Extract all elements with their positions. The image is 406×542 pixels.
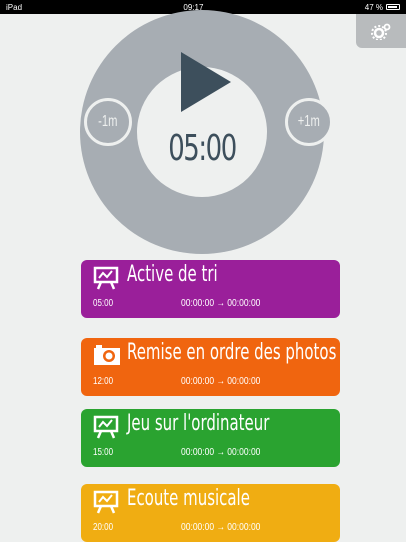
easel-icon [93,490,119,514]
plus-minute-button[interactable]: +1m [285,98,333,146]
task-duration: 12:00 [93,376,114,387]
task-title: Active de tri [127,262,218,287]
task-item[interactable]: Remise en ordre des photos 12:00 00:00:0… [81,338,340,396]
task-item[interactable]: Active de tri 05:00 00:00:00 → 00:00:00 [81,260,340,318]
settings-button[interactable] [356,14,406,48]
task-time-range: 00:00:00 → 00:00:00 [181,522,261,533]
easel-icon [93,266,119,290]
minus-minute-button[interactable]: -1m [84,98,132,146]
task-time-range: 00:00:00 → 00:00:00 [181,447,261,458]
task-duration: 20:00 [93,522,114,533]
battery-indicator: 47 % [365,3,400,12]
task-title: Jeu sur l'ordinateur [127,411,270,436]
minus-minute-label: -1m [98,113,118,130]
plus-minute-label: +1m [297,113,321,130]
camera-icon [94,345,120,365]
task-time-range: 00:00:00 → 00:00:00 [181,298,261,309]
battery-icon [386,4,400,10]
play-button[interactable] [181,52,231,112]
task-duration: 15:00 [93,447,114,458]
easel-icon [93,415,119,439]
task-item[interactable]: Ecoute musicale 20:00 00:00:00 → 00:00:0… [81,484,340,542]
time-display: 05:00 [168,128,237,169]
task-title: Remise en ordre des photos [127,340,337,365]
gear-icon [371,23,391,40]
battery-percent: 47 % [364,2,383,12]
task-item[interactable]: Jeu sur l'ordinateur 15:00 00:00:00 → 00… [81,409,340,467]
task-time-range: 00:00:00 → 00:00:00 [181,376,261,387]
carrier-label: iPad [6,2,23,12]
task-duration: 05:00 [93,298,114,309]
task-title: Ecoute musicale [127,486,250,511]
